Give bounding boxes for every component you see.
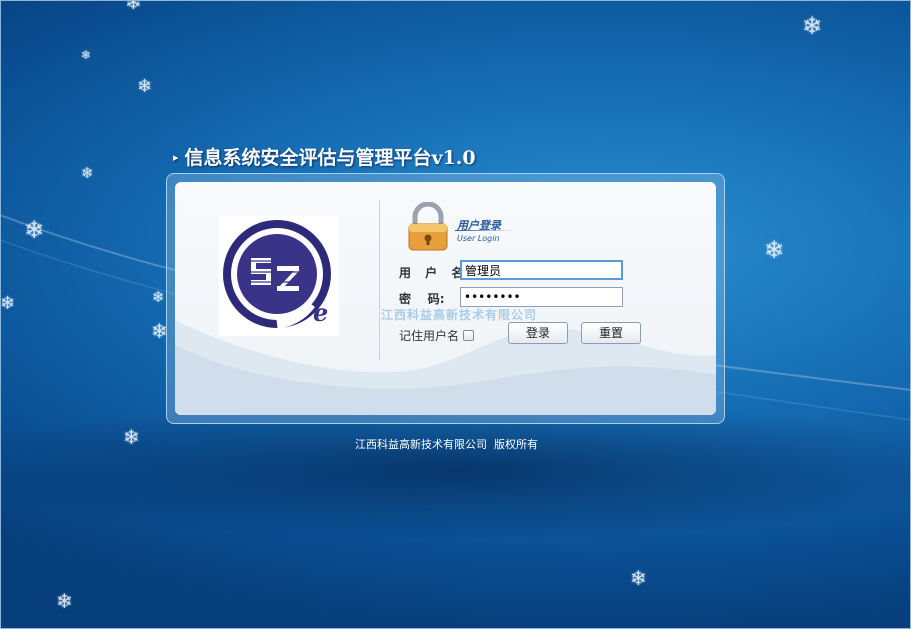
- login-panel-inner: e 用户登录 User Login 用 户 名: 密 码: 江西科益高新技术有限…: [175, 182, 716, 415]
- username-input[interactable]: [460, 260, 623, 280]
- snowflake-icon: ❄: [123, 425, 140, 449]
- snowflake-icon: ❄: [24, 216, 45, 244]
- snowflake-icon: ❄: [81, 48, 92, 62]
- remember-username[interactable]: 记住用户名: [399, 327, 475, 344]
- snowflake-icon: ❄: [630, 566, 647, 590]
- snowflake-icon: ❄: [802, 12, 823, 40]
- footer-copyright: 江西科益高新技术有限公司 版权所有: [355, 438, 538, 451]
- logo-e-letter: e: [313, 298, 329, 327]
- reset-button[interactable]: 重置: [581, 322, 641, 344]
- company-logo: e: [219, 216, 339, 336]
- snowflake-icon: ❄: [81, 164, 94, 182]
- title-arrow-icon: ▸: [173, 151, 179, 164]
- snowflake-icon: ❄: [137, 76, 153, 97]
- snowflake-icon: ❄: [56, 589, 73, 613]
- lock-icon: [408, 202, 448, 251]
- login-header-underline: [455, 230, 515, 231]
- snowflake-icon: ❄: [0, 293, 16, 314]
- panel-divider: [379, 200, 380, 360]
- company-watermark: 江西科益高新技术有限公司: [381, 308, 538, 322]
- page-title-text: 信息系统安全评估与管理平台v1.0: [184, 147, 476, 169]
- snowflake-icon: ❄: [152, 288, 165, 306]
- remember-username-checkbox[interactable]: [463, 330, 475, 341]
- snowflake-icon: ❄: [764, 236, 785, 264]
- password-label: 密 码:: [399, 292, 445, 306]
- login-panel: e 用户登录 User Login 用 户 名: 密 码: 江西科益高新技术有限…: [166, 173, 725, 424]
- login-header-en: User Login: [457, 234, 500, 243]
- password-input[interactable]: [460, 287, 623, 307]
- snowflake-icon: ❄: [125, 0, 142, 14]
- login-button[interactable]: 登录: [508, 322, 568, 344]
- page-title: ▸ 信息系统安全评估与管理平台v1.0: [173, 143, 476, 170]
- remember-username-label: 记住用户名: [399, 329, 460, 343]
